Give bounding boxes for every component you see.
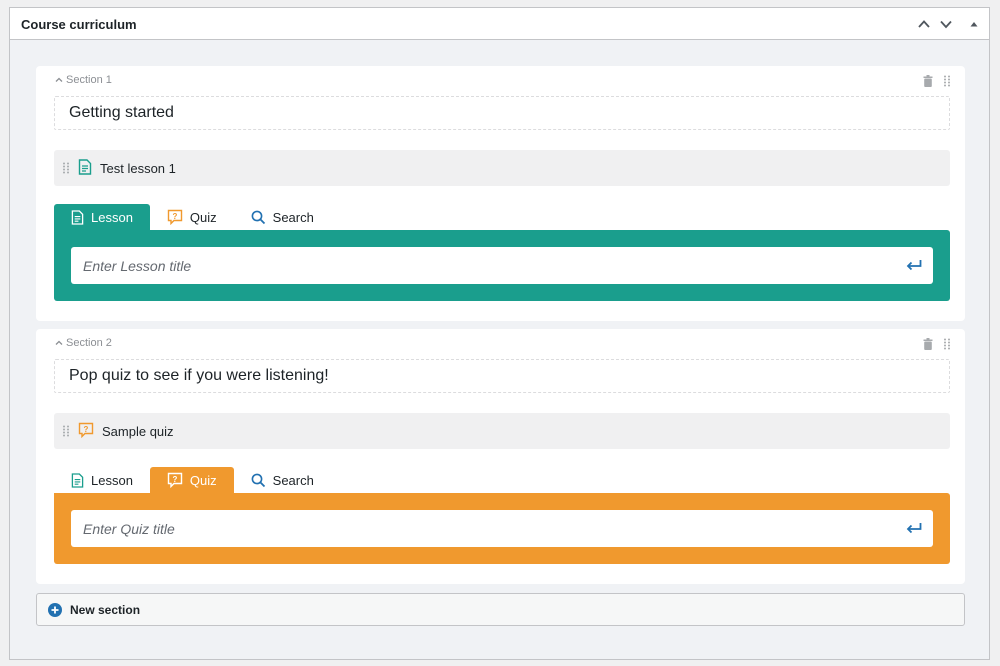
add-item-tabs: Lesson ? Quiz Search: [54, 467, 331, 493]
tab-quiz-label: Quiz: [189, 472, 217, 488]
document-icon: [78, 158, 92, 178]
chevron-down-icon[interactable]: [937, 15, 955, 33]
tab-lesson[interactable]: Lesson: [54, 467, 150, 493]
section-2: Section 2 Pop quiz to see if you were li…: [36, 329, 965, 584]
chevron-up-icon: [55, 340, 63, 345]
section-label-toggle[interactable]: Section 2: [55, 337, 112, 349]
chevron-up-icon: [55, 77, 63, 82]
enter-arrow-icon[interactable]: [905, 520, 923, 541]
add-item-tabs: Lesson ? Quiz Search: [54, 204, 331, 230]
tab-lesson-label: Lesson: [91, 472, 133, 488]
section-1: Section 1 Getting started Test lesson 1 …: [36, 66, 965, 321]
quiz-bubble-icon: ?: [167, 472, 183, 488]
chevron-up-icon[interactable]: [915, 15, 933, 33]
triangle-up-icon[interactable]: [965, 15, 983, 33]
section-label: Section 1: [66, 74, 112, 86]
quiz-bubble-icon: ?: [78, 422, 94, 441]
search-icon: [251, 473, 265, 487]
quiz-item[interactable]: ? Sample quiz: [54, 413, 950, 449]
tab-search-label: Search: [272, 472, 314, 488]
course-curriculum-panel: Course curriculum Section 1 Getting star…: [9, 7, 990, 660]
svg-text:?: ?: [172, 212, 177, 221]
add-lesson-input-wrap: [71, 247, 933, 284]
lesson-item-title: Test lesson 1: [100, 160, 176, 176]
new-section-button[interactable]: New section: [36, 593, 965, 626]
panel-header: Course curriculum: [10, 8, 989, 40]
svg-text:?: ?: [172, 475, 177, 484]
document-icon: [71, 472, 84, 488]
add-quiz-box: [54, 493, 950, 564]
section-label: Section 2: [66, 337, 112, 349]
quiz-item-title: Sample quiz: [102, 423, 174, 439]
tab-quiz-label: Quiz: [189, 209, 217, 225]
svg-text:?: ?: [84, 424, 89, 433]
plus-circle-icon: [48, 602, 62, 617]
enter-arrow-icon[interactable]: [905, 257, 923, 278]
new-section-label: New section: [70, 602, 141, 617]
quiz-title-input[interactable]: [83, 520, 863, 537]
drag-handle-icon[interactable]: [62, 425, 70, 437]
trash-icon[interactable]: [923, 337, 933, 355]
tab-lesson[interactable]: Lesson: [54, 204, 150, 230]
quiz-bubble-icon: ?: [167, 209, 183, 225]
section-label-toggle[interactable]: Section 1: [55, 74, 112, 86]
drag-handle-icon[interactable]: [943, 74, 951, 92]
tab-search[interactable]: Search: [234, 204, 331, 230]
document-icon: [71, 209, 84, 225]
tab-lesson-label: Lesson: [91, 209, 133, 225]
section-title-input[interactable]: Pop quiz to see if you were listening!: [54, 359, 950, 393]
search-icon: [251, 210, 265, 224]
tab-quiz[interactable]: ? Quiz: [150, 204, 234, 230]
lesson-item[interactable]: Test lesson 1: [54, 150, 950, 186]
tab-quiz[interactable]: ? Quiz: [149, 467, 234, 493]
lesson-title-input[interactable]: [83, 257, 863, 274]
panel-title: Course curriculum: [21, 17, 137, 32]
tab-search[interactable]: Search: [234, 467, 331, 493]
tab-search-label: Search: [272, 209, 314, 225]
drag-handle-icon[interactable]: [943, 337, 951, 355]
add-quiz-input-wrap: [71, 510, 933, 547]
add-lesson-box: [54, 230, 950, 301]
section-title-input[interactable]: Getting started: [54, 96, 950, 130]
trash-icon[interactable]: [923, 74, 933, 92]
drag-handle-icon[interactable]: [62, 162, 70, 174]
